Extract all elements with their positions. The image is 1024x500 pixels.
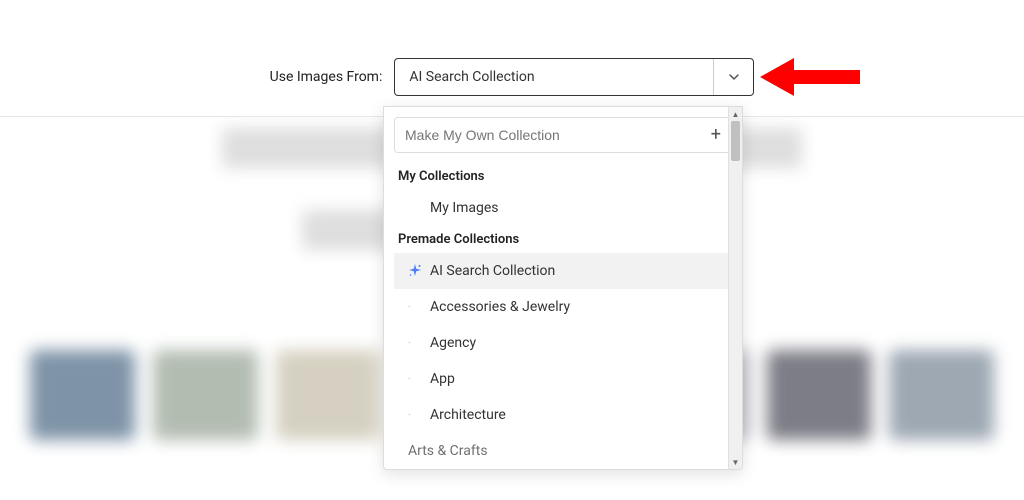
my-collections-header: My Collections	[394, 163, 732, 190]
make-own-collection-input[interactable]	[405, 127, 711, 143]
use-images-label: Use Images From:	[270, 69, 383, 85]
make-own-collection-row[interactable]: +	[394, 117, 732, 153]
option-label: Accessories & Jewelry	[430, 299, 570, 315]
option-label: My Images	[430, 200, 499, 216]
option-architecture[interactable]: · Architecture	[394, 397, 732, 433]
collection-dropdown-panel: ▲ ▼ + My Collections My Images Premade C…	[383, 106, 743, 470]
option-arts-crafts-partial[interactable]: Arts & Crafts	[394, 433, 732, 469]
option-my-images[interactable]: My Images	[394, 190, 732, 226]
option-ai-search-collection[interactable]: AI Search Collection	[394, 253, 732, 289]
collection-select[interactable]: AI Search Collection	[394, 58, 754, 96]
premade-collections-header: Premade Collections	[394, 226, 732, 253]
header-row: Use Images From: AI Search Collection	[0, 0, 1024, 117]
option-label: App	[430, 371, 455, 387]
option-app[interactable]: · App	[394, 361, 732, 397]
option-accessories-jewelry[interactable]: · Accessories & Jewelry	[394, 289, 732, 325]
red-arrow-annotation	[760, 52, 870, 106]
dropdown-scrollbar[interactable]: ▲ ▼	[728, 107, 742, 469]
option-label: Agency	[430, 335, 476, 351]
plus-icon[interactable]: +	[711, 126, 721, 144]
option-label: Architecture	[430, 407, 506, 423]
option-label: AI Search Collection	[430, 263, 555, 279]
select-display-text: AI Search Collection	[395, 69, 713, 85]
chevron-down-icon	[728, 71, 740, 83]
select-chevron-button[interactable]	[713, 59, 753, 95]
option-agency[interactable]: · Agency	[394, 325, 732, 361]
scroll-up-arrow[interactable]: ▲	[729, 107, 742, 121]
scroll-thumb[interactable]	[731, 121, 740, 161]
sparkle-icon	[408, 264, 422, 278]
